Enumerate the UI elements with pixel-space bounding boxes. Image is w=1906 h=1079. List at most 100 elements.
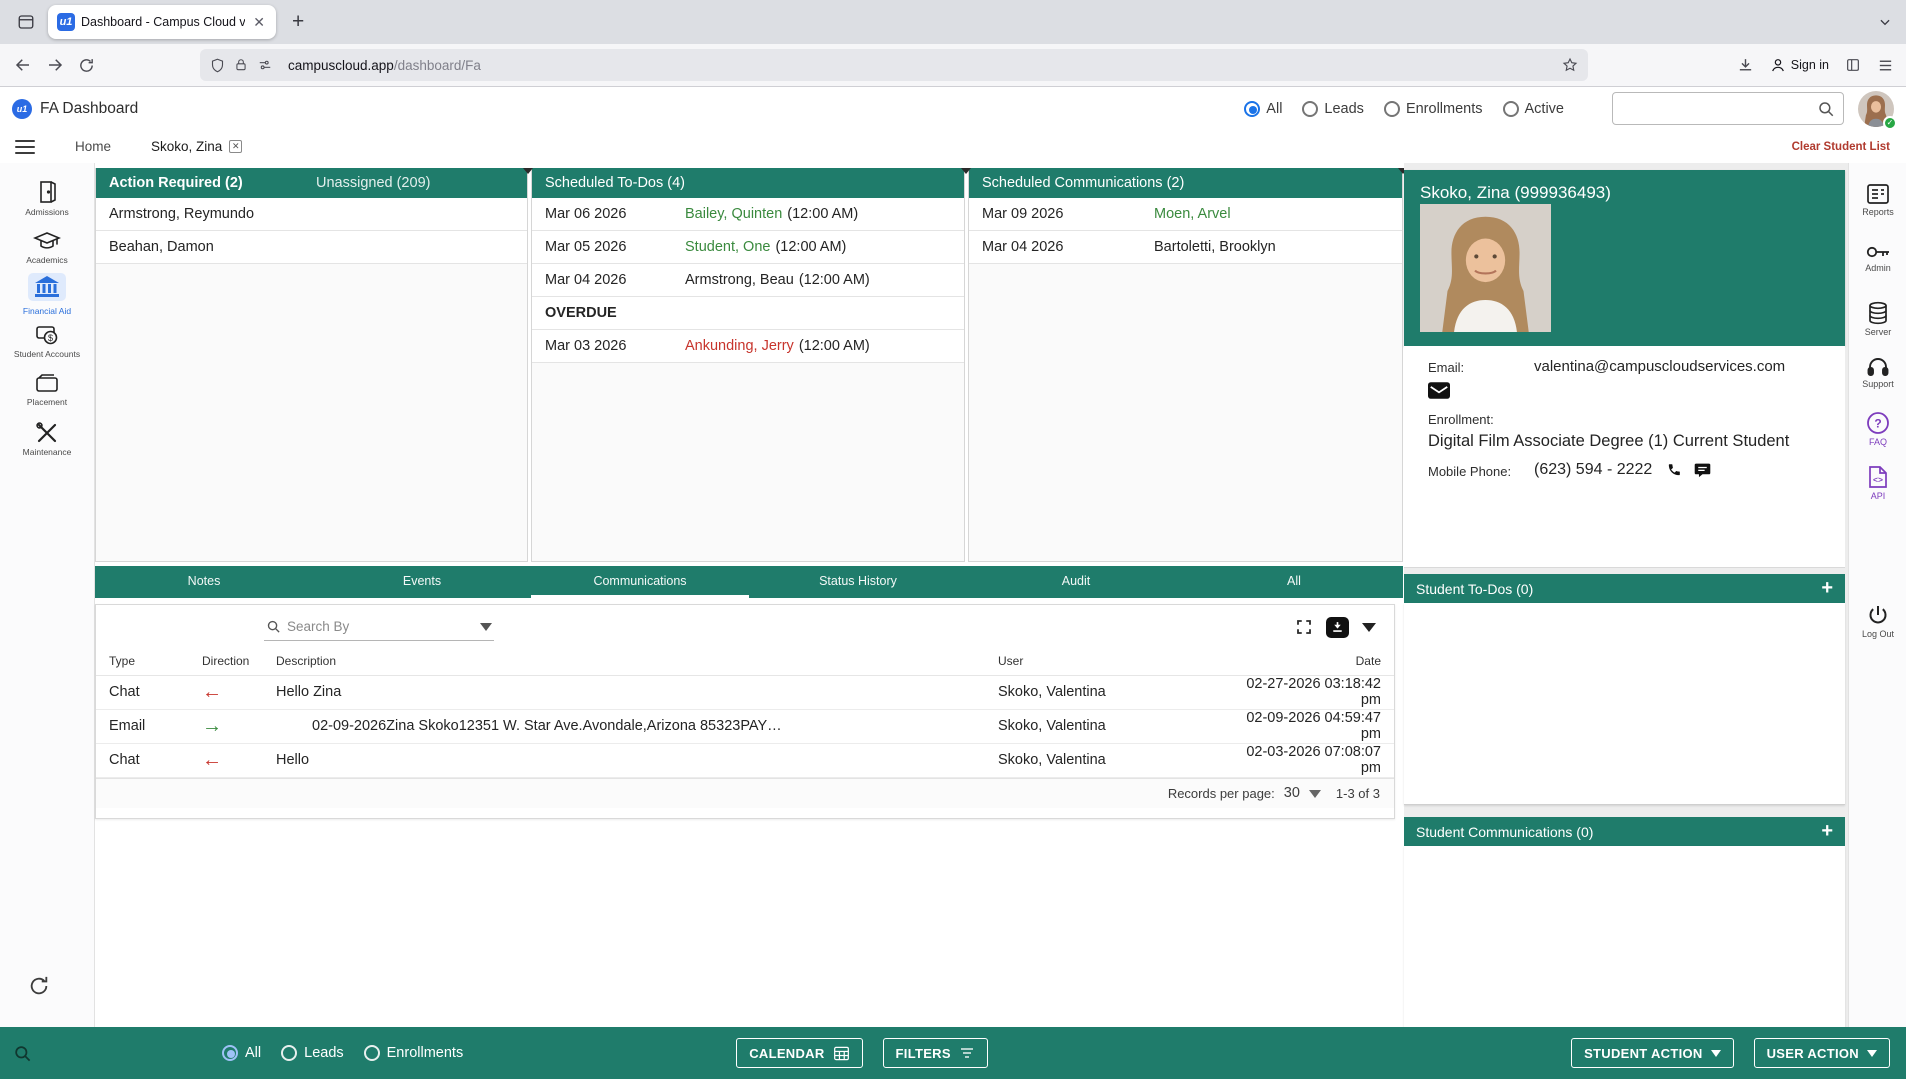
radio-active[interactable]: [1503, 101, 1519, 117]
tab-student-close-icon[interactable]: ✕: [229, 140, 242, 153]
new-tab-button[interactable]: +: [292, 10, 304, 34]
sidebar-item-server[interactable]: Server: [1849, 301, 1906, 337]
student-name[interactable]: Beahan, Damon: [109, 239, 214, 255]
scope-option-enrollments[interactable]: Enrollments: [1384, 101, 1483, 117]
browser-tab[interactable]: u1 Dashboard - Campus Cloud v2 ✕: [48, 5, 276, 39]
add-todo-icon[interactable]: +: [1821, 577, 1833, 600]
col-description[interactable]: Description: [276, 647, 998, 675]
refresh-icon[interactable]: [28, 975, 50, 997]
sidebar-item-placement[interactable]: Placement: [0, 371, 94, 407]
fullscreen-icon[interactable]: [1295, 618, 1313, 636]
student-name[interactable]: Armstrong, Reymundo: [109, 206, 254, 222]
sidebar-item-faq[interactable]: ? FAQ: [1849, 411, 1906, 447]
tab-close-icon[interactable]: ✕: [251, 13, 267, 31]
panel-unassigned-tab[interactable]: Unassigned (209): [316, 175, 430, 191]
filters-button[interactable]: FILTERS: [883, 1038, 988, 1068]
scope-option-active[interactable]: Active: [1503, 101, 1565, 117]
student-photo[interactable]: [1420, 204, 1551, 332]
col-direction[interactable]: Direction: [202, 647, 276, 675]
email-icon[interactable]: [1428, 382, 1450, 399]
todo-name[interactable]: Student, One: [685, 239, 770, 255]
back-icon[interactable]: [14, 56, 32, 74]
add-communication-icon[interactable]: +: [1821, 820, 1833, 843]
col-date[interactable]: Date: [1224, 647, 1394, 675]
bottom-scope-all[interactable]: All: [222, 1045, 261, 1061]
sms-icon[interactable]: [1694, 462, 1711, 478]
search-by-field[interactable]: [264, 613, 494, 641]
comm-row[interactable]: Mar 09 2026 Moen, Arvel: [969, 198, 1402, 231]
reload-icon[interactable]: [78, 57, 95, 74]
panel-resize-handle[interactable]: [961, 168, 971, 179]
user-avatar[interactable]: ✓: [1844, 91, 1906, 127]
email-value[interactable]: valentina@campuscloudservices.com: [1534, 358, 1785, 375]
table-menu-icon[interactable]: [1362, 623, 1376, 639]
search-by-input[interactable]: [287, 619, 480, 634]
export-icon[interactable]: [1326, 617, 1349, 638]
sidebar-item-support[interactable]: Support: [1849, 355, 1906, 389]
sidebar-item-academics[interactable]: Academics: [0, 229, 94, 265]
user-action-button[interactable]: USER ACTION: [1754, 1038, 1890, 1068]
tab-communications[interactable]: Communications: [531, 566, 749, 598]
phone-icon[interactable]: [1666, 461, 1683, 478]
records-per-page-dropdown-icon[interactable]: [1309, 790, 1321, 804]
todo-row[interactable]: Mar 04 2026 Armstrong, Beau (12:00 AM): [532, 264, 964, 297]
scope-option-all[interactable]: All: [1244, 101, 1282, 117]
sidebar-item-admin[interactable]: Admin: [1849, 243, 1906, 273]
radio-leads[interactable]: [1302, 101, 1318, 117]
lock-icon[interactable]: [234, 58, 248, 72]
sign-in-button[interactable]: Sign in: [1770, 57, 1829, 73]
bookmark-star-icon[interactable]: [1562, 57, 1578, 73]
student-communications-bar[interactable]: Student Communications (0) +: [1404, 817, 1845, 846]
sidebar-item-api[interactable]: <> API: [1849, 465, 1906, 501]
calendar-button[interactable]: CALENDAR: [736, 1038, 862, 1068]
forward-icon[interactable]: [46, 56, 64, 74]
radio-all[interactable]: [1244, 101, 1260, 117]
table-row[interactable]: Chat ← Hello Skoko, Valentina 02-03-2026…: [96, 743, 1394, 777]
scope-option-leads[interactable]: Leads: [1302, 101, 1364, 117]
hamburger-menu-icon[interactable]: [15, 136, 35, 158]
todo-name[interactable]: Bailey, Quinten: [685, 206, 782, 222]
tab-audit[interactable]: Audit: [967, 566, 1185, 598]
radio-enrollments[interactable]: [1384, 101, 1400, 117]
col-type[interactable]: Type: [96, 647, 202, 675]
todo-row[interactable]: Mar 03 2026 Ankunding, Jerry (12:00 AM): [532, 330, 964, 363]
tab-list-chevron-icon[interactable]: [1878, 15, 1892, 29]
tab-home[interactable]: Home: [75, 139, 111, 154]
sidebar-item-admissions[interactable]: Admissions: [0, 179, 94, 217]
panel-title[interactable]: Action Required (2): [109, 175, 243, 191]
action-required-row[interactable]: Armstrong, Reymundo: [96, 198, 527, 231]
student-search-input[interactable]: [1621, 101, 1817, 117]
radio-leads[interactable]: [281, 1045, 297, 1061]
radio-all[interactable]: [222, 1045, 238, 1061]
comm-row[interactable]: Mar 04 2026 Bartoletti, Brooklyn: [969, 231, 1402, 264]
tab-events[interactable]: Events: [313, 566, 531, 598]
extensions-icon[interactable]: [1845, 57, 1861, 73]
shield-icon[interactable]: [210, 58, 225, 73]
sidebar-item-maintenance[interactable]: Maintenance: [0, 421, 94, 457]
url-bar[interactable]: campuscloud.app/dashboard/Fa: [200, 49, 1588, 81]
tab-notes[interactable]: Notes: [95, 566, 313, 598]
todo-row[interactable]: Mar 05 2026 Student, One (12:00 AM): [532, 231, 964, 264]
action-required-row[interactable]: Beahan, Damon: [96, 231, 527, 264]
clear-student-list-link[interactable]: Clear Student List: [1792, 141, 1890, 153]
sidebar-item-log-out[interactable]: Log Out: [1849, 603, 1906, 639]
sidebar-item-reports[interactable]: Reports: [1849, 183, 1906, 217]
bottom-scope-leads[interactable]: Leads: [281, 1045, 344, 1061]
permissions-icon[interactable]: [257, 58, 273, 72]
panel-action-required-header[interactable]: Action Required (2) Unassigned (209): [96, 168, 527, 198]
comm-name[interactable]: Moen, Arvel: [1154, 206, 1231, 222]
search-icon[interactable]: [1817, 100, 1835, 118]
radio-enrollments[interactable]: [364, 1045, 380, 1061]
student-action-button[interactable]: STUDENT ACTION: [1571, 1038, 1734, 1068]
comm-name[interactable]: Bartoletti, Brooklyn: [1154, 239, 1276, 255]
sidebar-item-financial-aid[interactable]: Financial Aid: [0, 273, 94, 316]
student-todos-bar[interactable]: Student To-Dos (0) +: [1404, 574, 1845, 603]
tab-status-history[interactable]: Status History: [749, 566, 967, 598]
col-user[interactable]: User: [998, 647, 1224, 675]
todo-row[interactable]: Mar 06 2026 Bailey, Quinten (12:00 AM): [532, 198, 964, 231]
sidebar-item-student-accounts[interactable]: $ Student Accounts: [0, 323, 94, 359]
records-per-page-value[interactable]: 30: [1284, 785, 1300, 801]
bottom-search-icon[interactable]: [13, 1044, 32, 1063]
todo-name[interactable]: Ankunding, Jerry: [685, 338, 794, 354]
firefox-view-icon[interactable]: [10, 7, 42, 37]
